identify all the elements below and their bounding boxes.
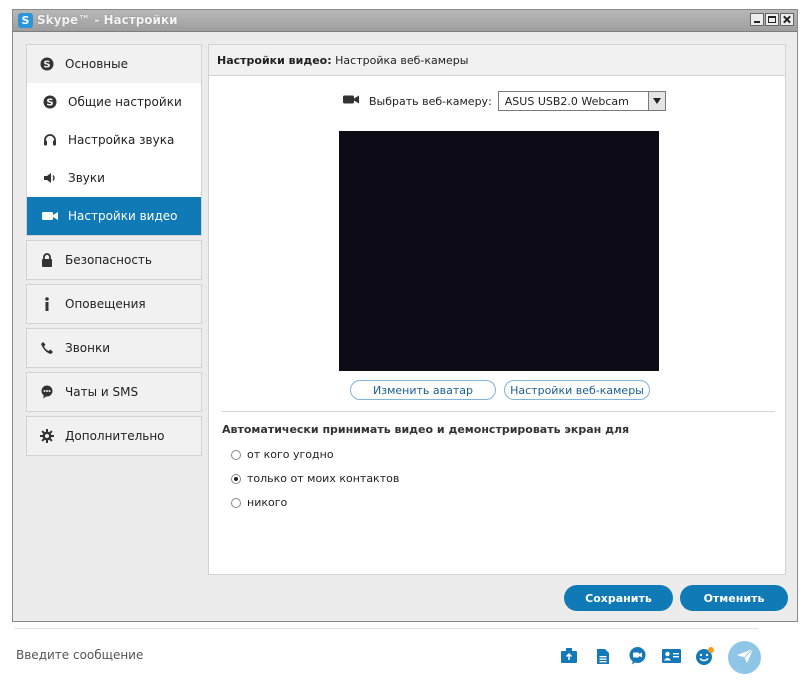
sidebar-group-general: S Основные S Общие настройки Настройка з…	[26, 44, 202, 236]
sidebar-item-label: Дополнительно	[65, 429, 165, 443]
sidebar-item-label: Чаты и SMS	[65, 385, 139, 399]
window-controls	[750, 13, 794, 26]
webcam-select[interactable]: ASUS USB2.0 Webcam	[497, 91, 666, 111]
video-camera-icon	[42, 208, 58, 224]
radio-button[interactable]	[231, 449, 241, 460]
send-contact-card-icon[interactable]	[558, 645, 580, 667]
chat-icon	[39, 384, 55, 400]
skype-logo-icon: S	[18, 13, 33, 28]
lock-icon	[39, 252, 55, 268]
phone-icon	[39, 340, 55, 356]
send-button[interactable]	[728, 641, 761, 674]
sidebar-item-label: Оповещения	[65, 297, 146, 311]
video-message-icon[interactable]	[626, 645, 648, 667]
sidebar-group-chats: Чаты и SMS	[26, 372, 202, 412]
close-button[interactable]	[780, 13, 794, 26]
webcam-selector-row: Выбрать веб-камеру: ASUS USB2.0 Webcam	[343, 91, 666, 111]
sidebar-item-advanced[interactable]: Дополнительно	[27, 417, 201, 455]
sidebar-group-notifications: Оповещения	[26, 284, 202, 324]
message-toolbar	[558, 645, 728, 667]
sidebar-item-sound-settings[interactable]: Настройка звука	[27, 121, 201, 159]
sidebar-item-general-settings[interactable]: S Общие настройки	[27, 83, 201, 121]
sidebar-item-label: Основные	[65, 57, 129, 71]
message-bar-divider	[14, 628, 758, 629]
webcam-settings-button[interactable]: Настройки веб-камеры	[504, 380, 650, 400]
emoticon-icon[interactable]	[694, 645, 716, 667]
panel-header-bold: Настройки видео:	[217, 53, 332, 67]
video-settings-panel: Настройки видео: Настройка веб-камеры Вы…	[208, 44, 786, 575]
webcam-preview	[339, 131, 659, 371]
sidebar-group-advanced: Дополнительно	[26, 416, 202, 456]
video-camera-icon	[343, 94, 359, 108]
sidebar-item-label: Звуки	[68, 171, 105, 185]
sidebar-item-chats-sms[interactable]: Чаты и SMS	[27, 373, 201, 411]
radio-label: никого	[247, 496, 288, 509]
settings-window: S Skype™ - Настройки S Основные S Общие …	[12, 9, 798, 622]
maximize-button[interactable]	[765, 13, 779, 26]
divider	[221, 411, 775, 412]
webcam-select-label: Выбрать веб-камеру:	[369, 94, 492, 108]
chevron-down-icon[interactable]	[647, 92, 665, 110]
contacts-card-icon[interactable]	[660, 645, 682, 667]
gear-icon	[39, 428, 55, 444]
desktop: S Skype™ - Настройки S Основные S Общие …	[0, 0, 806, 682]
minimize-button[interactable]	[750, 13, 764, 26]
send-icon	[736, 648, 754, 668]
sidebar-item-general[interactable]: S Основные	[27, 45, 201, 83]
file-icon[interactable]	[592, 645, 614, 667]
sidebar-item-calls[interactable]: Звонки	[27, 329, 201, 367]
svg-text:S: S	[43, 60, 50, 71]
sidebar-group-security: Безопасность	[26, 240, 202, 280]
radio-nobody[interactable]: никого	[231, 496, 287, 509]
sidebar-item-label: Безопасность	[65, 253, 152, 267]
sidebar-item-label: Звонки	[65, 341, 110, 355]
radio-label: только от моих контактов	[247, 472, 400, 485]
sidebar-group-calls: Звонки	[26, 328, 202, 368]
headset-icon	[42, 132, 58, 148]
skype-icon: S	[39, 56, 55, 72]
radio-anyone[interactable]: от кого угодно	[231, 448, 334, 461]
radio-my-contacts[interactable]: только от моих контактов	[231, 472, 399, 485]
panel-header: Настройки видео: Настройка веб-камеры	[209, 45, 785, 76]
sidebar-item-label: Настройка звука	[68, 133, 175, 147]
webcam-select-value: ASUS USB2.0 Webcam	[504, 94, 629, 108]
skype-icon: S	[42, 94, 58, 110]
radio-button[interactable]	[231, 473, 241, 484]
radio-label: от кого угодно	[247, 448, 334, 461]
window-title: Skype™ - Настройки	[37, 13, 178, 27]
sidebar-item-sounds[interactable]: Звуки	[27, 159, 201, 197]
sidebar-item-notifications[interactable]: Оповещения	[27, 285, 201, 323]
change-avatar-button[interactable]: Изменить аватар	[350, 380, 496, 400]
title-bar[interactable]: S Skype™ - Настройки	[13, 10, 797, 32]
speaker-icon	[42, 170, 58, 186]
info-icon	[39, 296, 55, 312]
save-button[interactable]: Сохранить	[564, 585, 673, 611]
message-input[interactable]: Введите сообщение	[16, 648, 143, 662]
settings-sidebar: S Основные S Общие настройки Настройка з…	[26, 44, 202, 460]
sidebar-item-security[interactable]: Безопасность	[27, 241, 201, 279]
cancel-button[interactable]: Отменить	[680, 585, 788, 611]
sidebar-item-label: Настройки видео	[68, 209, 178, 223]
radio-button[interactable]	[231, 497, 241, 508]
auto-accept-title: Автоматически принимать видео и демонстр…	[222, 423, 630, 436]
sidebar-item-label: Общие настройки	[68, 95, 182, 109]
sidebar-item-video-settings[interactable]: Настройки видео	[27, 197, 201, 235]
svg-text:S: S	[46, 98, 53, 109]
panel-header-title: Настройка веб-камеры	[331, 53, 469, 67]
